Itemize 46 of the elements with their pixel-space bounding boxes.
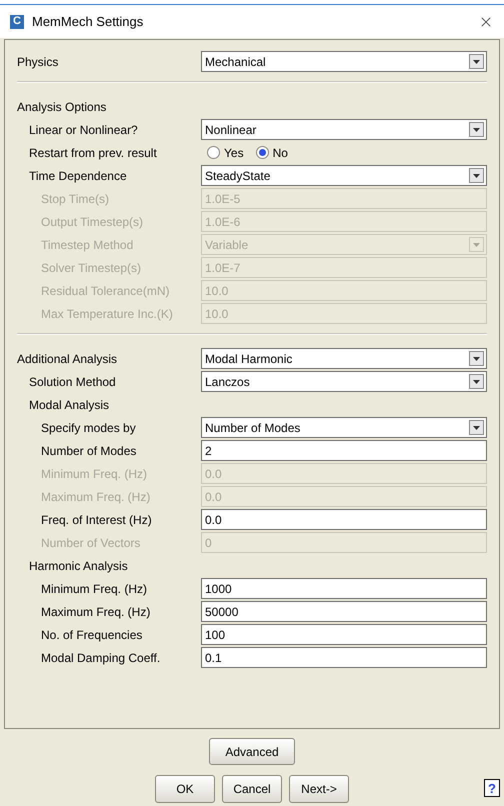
field-label: Additional Analysis [17, 352, 118, 366]
dropdown[interactable]: Mechanical [201, 51, 487, 72]
field-label: Physics [17, 54, 58, 68]
field-label: Modal Damping Coeff. [41, 650, 160, 664]
field-label: Output Timestep(s) [41, 214, 144, 228]
input-field[interactable]: 1000 [201, 578, 487, 599]
radio-option[interactable]: No [256, 144, 288, 162]
field-label: Solution Method [29, 374, 116, 388]
dialog-button[interactable]: Cancel [222, 775, 282, 803]
app-logo-icon: C [10, 14, 24, 28]
input-field[interactable]: 100 [201, 624, 487, 645]
field-label: Time Dependence [29, 168, 127, 182]
field-label: Maximum Freq. (Hz) [41, 604, 150, 618]
help-button[interactable]: ? [484, 779, 500, 797]
input-field[interactable]: 50000 [201, 601, 487, 622]
field-label: Residual Tolerance(mN) [41, 284, 170, 298]
dropdown[interactable]: SteadyState [201, 165, 487, 186]
field-label: Minimum Freq. (Hz) [41, 466, 148, 480]
field-label: Linear or Nonlinear? [29, 122, 138, 136]
dropdown[interactable]: Nonlinear [201, 119, 487, 140]
field-label: Restart from prev. result [29, 146, 157, 160]
field-label: Specify modes by [41, 420, 136, 434]
input-field[interactable]: 2 [201, 440, 487, 461]
dropdown[interactable]: Lanczos [201, 371, 487, 392]
advanced-button[interactable]: Advanced [209, 738, 295, 765]
radio-option[interactable]: Yes [207, 144, 244, 162]
input-field[interactable]: 0.0 [201, 509, 487, 530]
field-label: Stop Time(s) [41, 192, 110, 206]
field-label: Minimum Freq. (Hz) [41, 582, 148, 596]
section-heading: Harmonic Analysis [29, 558, 128, 572]
dialog-button[interactable]: OK [155, 775, 215, 803]
window-title: MemMech Settings [32, 12, 144, 31]
dropdown[interactable]: Number of Modes [201, 417, 487, 438]
field-label: No. of Frequencies [41, 628, 142, 642]
field-label: Number of Modes [41, 444, 136, 458]
field-label: Solver Timestep(s) [41, 260, 142, 274]
field-label: Number of Vectors [41, 536, 140, 550]
field-label: Freq. of Interest (Hz) [41, 512, 152, 526]
dropdown[interactable]: Modal Harmonic [201, 348, 487, 369]
dialog-button[interactable]: Next-> [289, 775, 349, 803]
field-label: Max Temperature Inc.(K) [41, 306, 173, 320]
field-label: Maximum Freq. (Hz) [41, 490, 150, 504]
section-heading: Analysis Options [17, 100, 106, 114]
input-field[interactable]: 0.1 [201, 647, 487, 668]
section-heading: Modal Analysis [29, 398, 110, 412]
field-label: Timestep Method [41, 238, 134, 252]
